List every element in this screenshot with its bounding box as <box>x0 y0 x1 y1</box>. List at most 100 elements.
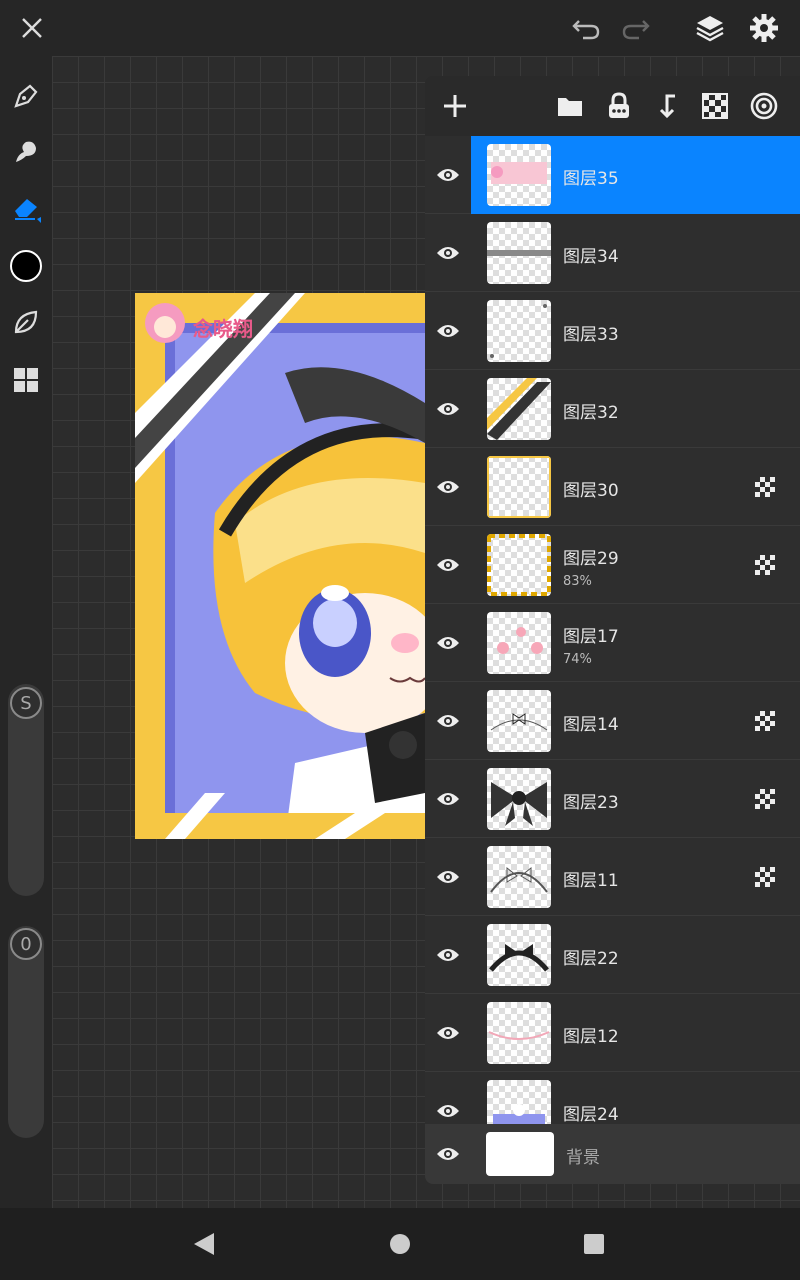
layer-thumbnail <box>487 534 551 596</box>
layer-row-main[interactable]: 图层22 <box>471 916 800 994</box>
layer-row[interactable]: 图层32 <box>425 370 800 448</box>
layer-row[interactable]: 图层12 <box>425 994 800 1072</box>
layers-icon[interactable] <box>692 10 728 46</box>
layer-row-main[interactable]: 图层17 74% <box>471 604 800 682</box>
home-icon[interactable] <box>384 1228 416 1260</box>
background-layer-name: 背景 <box>566 1148 600 1168</box>
color-swatch[interactable] <box>6 246 46 286</box>
layer-thumbnail <box>487 378 551 440</box>
background-thumbnail <box>486 1132 554 1176</box>
liquify-icon[interactable] <box>6 302 46 342</box>
clipping-mask-icon[interactable] <box>754 476 776 498</box>
layer-row[interactable]: 图层29 83% <box>425 526 800 604</box>
back-icon[interactable] <box>188 1228 220 1260</box>
layer-name: 图层35 <box>563 169 619 189</box>
layer-row[interactable]: 图层11 <box>425 838 800 916</box>
layer-row[interactable]: 图层35 <box>425 136 800 214</box>
layer-thumbnail <box>487 846 551 908</box>
layer-thumbnail <box>487 456 551 518</box>
eye-icon[interactable] <box>435 787 461 811</box>
layer-row-main[interactable]: 图层29 83% <box>471 526 800 604</box>
system-nav-bar <box>0 1208 800 1280</box>
layer-row[interactable]: 图层34 <box>425 214 800 292</box>
recents-icon[interactable] <box>578 1228 610 1260</box>
eye-icon[interactable] <box>435 397 461 421</box>
signature-logo: 念晓翔 <box>193 317 253 341</box>
eye-icon[interactable] <box>435 865 461 889</box>
gallery-icon[interactable] <box>6 360 46 400</box>
layer-row-main[interactable]: 图层12 <box>471 994 800 1072</box>
layer-row[interactable]: 图层22 <box>425 916 800 994</box>
eye-icon[interactable] <box>435 1021 461 1045</box>
layer-name: 图层29 <box>563 549 619 569</box>
add-layer-icon[interactable] <box>439 90 471 122</box>
folder-icon[interactable] <box>554 90 586 122</box>
layer-thumbnail <box>487 1002 551 1064</box>
layer-opacity: 74% <box>563 652 592 667</box>
layer-row[interactable]: 图层23 <box>425 760 800 838</box>
eye-icon[interactable] <box>435 943 461 967</box>
artwork-canvas[interactable]: 念晓翔 <box>135 293 425 839</box>
layer-row-main[interactable]: 图层11 <box>471 838 800 916</box>
layers-panel: 图层35 图层34 图层33 图层32 图层30 图层29 83% 图层17 74% 图层14 图层… <box>425 76 800 1184</box>
eye-icon[interactable] <box>435 475 461 499</box>
layer-name: 图层12 <box>563 1027 619 1047</box>
layer-row-main[interactable]: 图层33 <box>471 292 800 370</box>
layer-row-main[interactable]: 图层35 <box>471 136 800 214</box>
eraser-icon[interactable] <box>6 188 46 228</box>
brush-size-knob[interactable]: S <box>10 687 42 719</box>
redo-icon[interactable] <box>618 10 654 46</box>
smudge-icon[interactable] <box>6 132 46 172</box>
layers-toolbar <box>425 76 800 136</box>
clipping-mask-icon[interactable] <box>754 554 776 576</box>
layer-thumbnail <box>487 690 551 752</box>
layer-name: 图层22 <box>563 949 619 969</box>
layer-thumbnail <box>487 222 551 284</box>
eye-icon[interactable] <box>435 163 461 187</box>
brush-icon[interactable] <box>6 76 46 116</box>
eye-icon[interactable] <box>435 553 461 577</box>
layer-name: 图层23 <box>563 793 619 813</box>
checkerboard-icon[interactable] <box>699 90 731 122</box>
layer-row-main[interactable]: 图层23 <box>471 760 800 838</box>
layer-thumbnail <box>487 612 551 674</box>
layer-row-main[interactable]: 图层32 <box>471 370 800 448</box>
eye-icon[interactable] <box>435 241 461 265</box>
layer-thumbnail <box>487 924 551 986</box>
layer-row[interactable]: 图层17 74% <box>425 604 800 682</box>
lock-icon[interactable] <box>603 90 635 122</box>
layer-name: 图层24 <box>563 1105 619 1125</box>
layer-row-main[interactable]: 图层34 <box>471 214 800 292</box>
layer-row-main[interactable]: 图层14 <box>471 682 800 760</box>
eye-icon[interactable] <box>435 631 461 655</box>
eye-icon[interactable] <box>435 319 461 343</box>
clipping-mask-icon[interactable] <box>754 710 776 732</box>
top-bar <box>0 0 800 56</box>
layer-name: 图层34 <box>563 247 619 267</box>
undo-icon[interactable] <box>568 10 604 46</box>
gear-icon[interactable] <box>746 10 782 46</box>
merge-down-icon[interactable] <box>651 90 683 122</box>
background-layer-row[interactable]: 背景 <box>425 1124 800 1184</box>
clipping-mask-icon[interactable] <box>754 866 776 888</box>
opacity-knob[interactable]: 0 <box>10 928 42 960</box>
layer-thumbnail <box>487 768 551 830</box>
eye-icon[interactable] <box>435 1099 461 1123</box>
artwork-illustration <box>135 293 425 839</box>
left-toolbar: S 0 <box>0 56 52 1208</box>
eye-icon[interactable] <box>435 709 461 733</box>
layer-name: 图层11 <box>563 871 619 891</box>
target-icon[interactable] <box>748 90 780 122</box>
layer-name: 图层33 <box>563 325 619 345</box>
close-icon[interactable] <box>14 10 50 46</box>
layer-row[interactable]: 图层33 <box>425 292 800 370</box>
clipping-mask-icon[interactable] <box>754 788 776 810</box>
layer-row[interactable]: 图层14 <box>425 682 800 760</box>
layer-thumbnail <box>487 144 551 206</box>
layer-row-main[interactable]: 图层30 <box>471 448 800 526</box>
layer-row[interactable]: 图层30 <box>425 448 800 526</box>
layer-name: 图层14 <box>563 715 619 735</box>
eye-icon[interactable] <box>435 1142 461 1166</box>
layer-name: 图层32 <box>563 403 619 423</box>
layer-thumbnail <box>487 300 551 362</box>
